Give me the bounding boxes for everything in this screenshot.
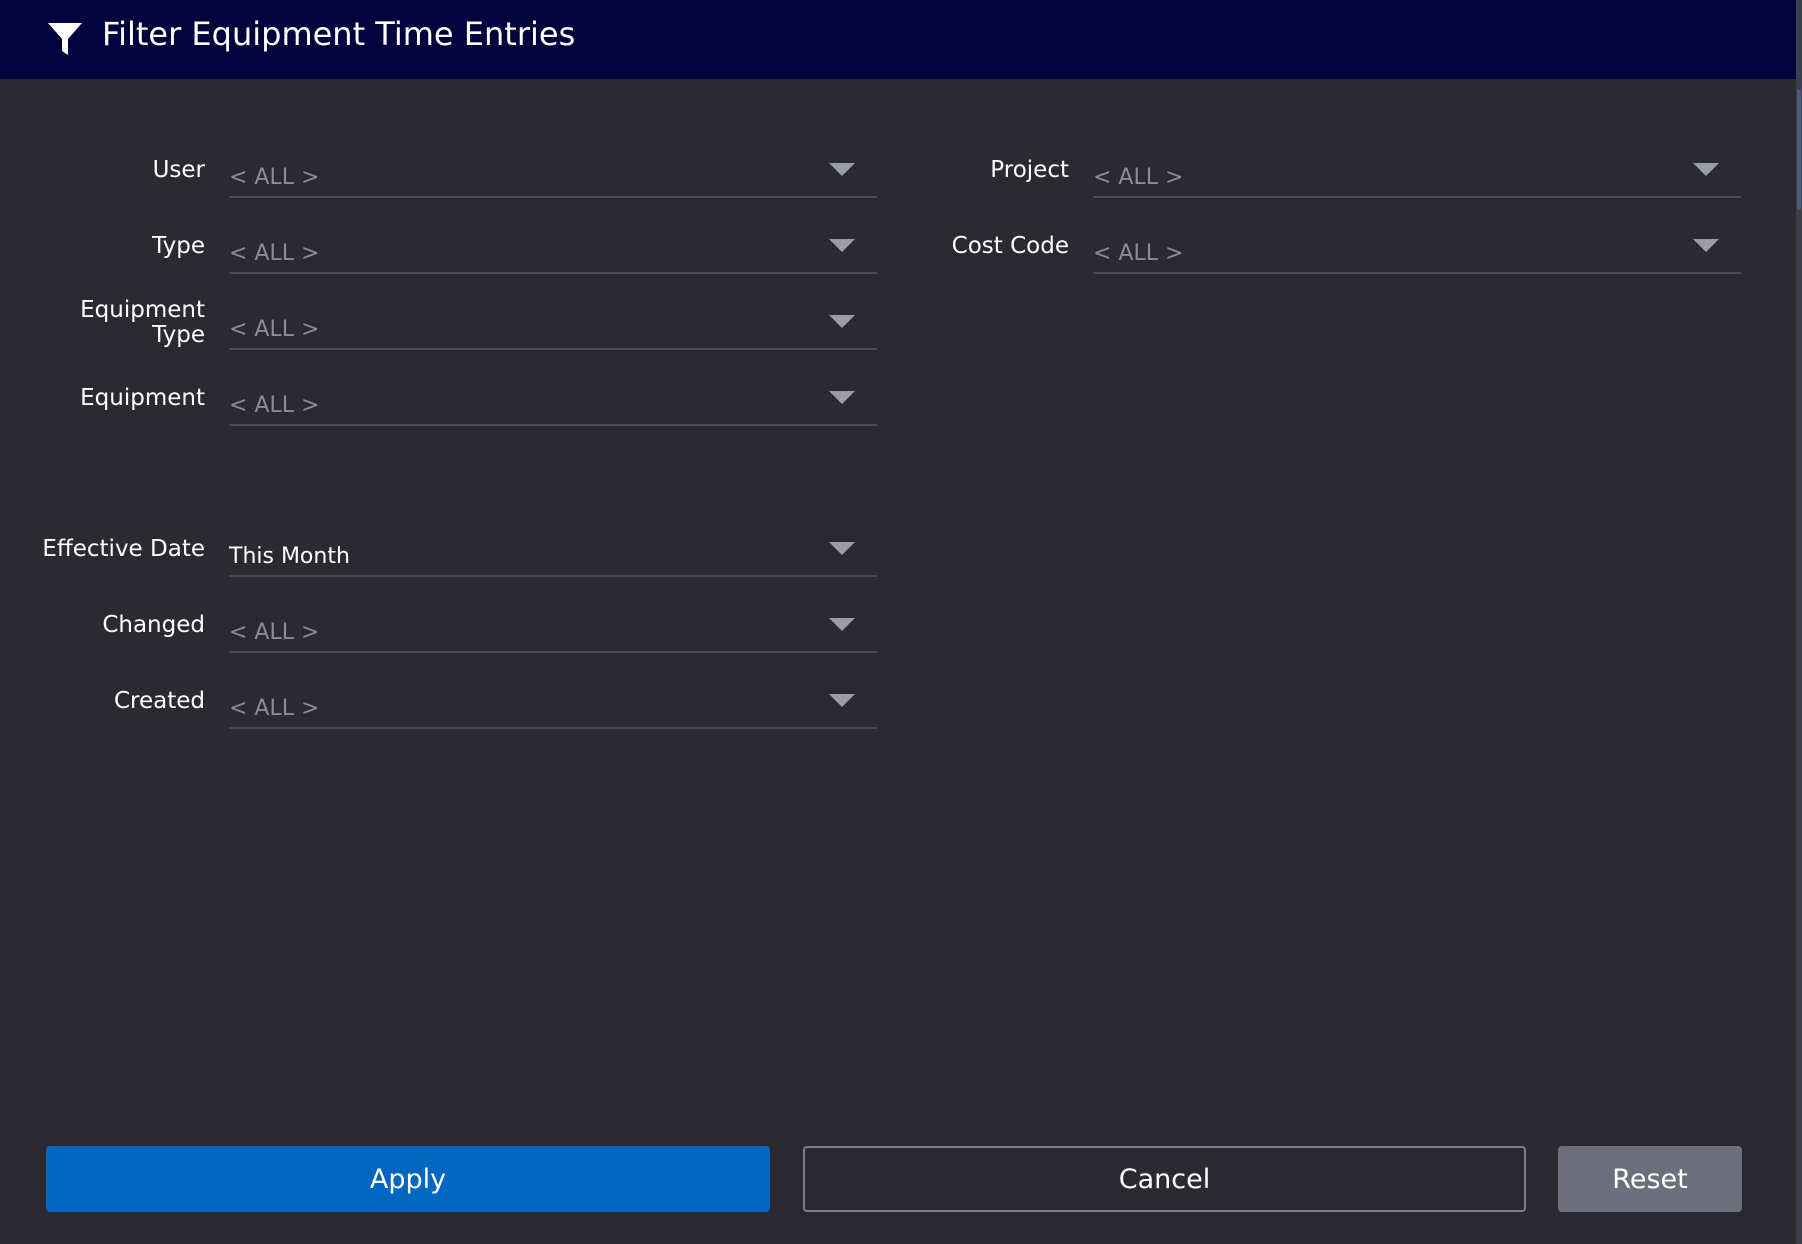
- effective-date-label: Effective Date: [42, 536, 205, 562]
- equipment-type-label-line2: Type: [152, 322, 205, 348]
- chevron-down-icon: [1693, 239, 1719, 252]
- equipment-type-dropdown[interactable]: < ALL >: [229, 302, 877, 350]
- project-dropdown[interactable]: < ALL >: [1093, 150, 1741, 198]
- dialog-title: Filter Equipment Time Entries: [102, 15, 576, 53]
- created-label: Created: [113, 688, 205, 714]
- cost-code-value: < ALL >: [1093, 241, 1184, 266]
- chevron-down-icon: [829, 542, 855, 555]
- cancel-button[interactable]: Cancel: [803, 1146, 1526, 1212]
- scrollbar-thumb[interactable]: [1797, 90, 1801, 210]
- changed-value: < ALL >: [229, 620, 320, 645]
- equipment-type-label-line1: Equipment: [80, 297, 205, 323]
- user-dropdown[interactable]: < ALL >: [229, 150, 877, 198]
- chevron-down-icon: [829, 315, 855, 328]
- project-value: < ALL >: [1093, 165, 1184, 190]
- created-value: < ALL >: [229, 696, 320, 721]
- type-label: Type: [152, 233, 205, 259]
- user-label: User: [152, 157, 205, 183]
- effective-date-dropdown[interactable]: This Month: [229, 529, 877, 577]
- user-value: < ALL >: [229, 165, 320, 190]
- created-dropdown[interactable]: < ALL >: [229, 681, 877, 729]
- chevron-down-icon: [829, 391, 855, 404]
- project-label: Project: [990, 157, 1069, 183]
- equipment-type-value: < ALL >: [229, 317, 320, 342]
- filter-dialog: Filter Equipment Time Entries User < ALL…: [0, 0, 1796, 1244]
- cost-code-label: Cost Code: [951, 233, 1069, 259]
- filter-funnel-icon: [48, 23, 82, 55]
- type-value: < ALL >: [229, 241, 320, 266]
- apply-button[interactable]: Apply: [46, 1146, 770, 1212]
- chevron-down-icon: [829, 163, 855, 176]
- chevron-down-icon: [829, 694, 855, 707]
- equipment-type-label: Equipment Type: [80, 298, 205, 348]
- equipment-label: Equipment: [80, 385, 205, 411]
- chevron-down-icon: [1693, 163, 1719, 176]
- dialog-header: Filter Equipment Time Entries: [0, 0, 1796, 79]
- cost-code-dropdown[interactable]: < ALL >: [1093, 226, 1741, 274]
- chevron-down-icon: [829, 239, 855, 252]
- equipment-value: < ALL >: [229, 393, 320, 418]
- effective-date-value: This Month: [229, 544, 350, 569]
- changed-label: Changed: [102, 612, 205, 638]
- chevron-down-icon: [829, 618, 855, 631]
- window-edge-scrollbar[interactable]: [1796, 0, 1802, 1244]
- equipment-dropdown[interactable]: < ALL >: [229, 378, 877, 426]
- changed-dropdown[interactable]: < ALL >: [229, 605, 877, 653]
- type-dropdown[interactable]: < ALL >: [229, 226, 877, 274]
- reset-button[interactable]: Reset: [1558, 1146, 1742, 1212]
